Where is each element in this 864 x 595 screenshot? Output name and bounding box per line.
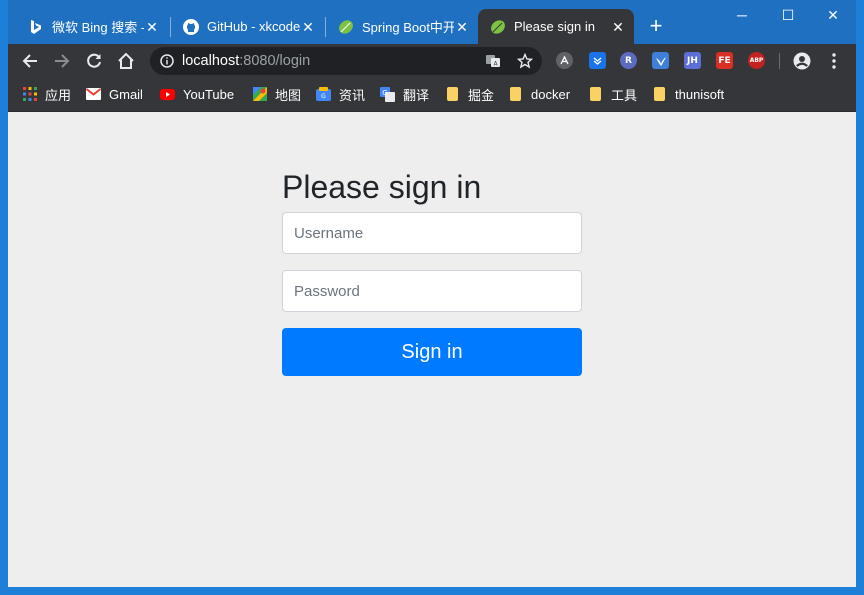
browser-window: 微软 Bing 搜索 - ✕ GitHub - xkcode ✕ Spring …: [8, 0, 856, 587]
bookmark-label: 翻译: [403, 87, 430, 103]
bookmark-label: 工具: [611, 87, 638, 103]
back-button[interactable]: [18, 49, 42, 73]
jh-extension-icon[interactable]: JH: [684, 52, 701, 69]
toolbar: localhost:8080/login A R JH FE ABP: [8, 44, 856, 78]
bing-icon: [28, 19, 44, 35]
translate-page-icon[interactable]: A: [485, 53, 501, 69]
extension-r-icon[interactable]: R: [620, 52, 637, 69]
close-window-button[interactable]: ✕: [810, 0, 856, 30]
tab-title: Spring Boot中开: [362, 20, 454, 35]
bookmark-label: thunisoft: [675, 86, 725, 102]
spring-leaf-icon: [338, 19, 354, 35]
forward-button[interactable]: [50, 49, 74, 73]
svg-text:G: G: [321, 93, 326, 100]
bookmark-apps[interactable]: 应用: [22, 85, 71, 103]
close-icon[interactable]: ✕: [610, 19, 626, 35]
apps-grid-icon: [22, 87, 37, 102]
tab-bing[interactable]: 微软 Bing 搜索 - ✕: [16, 9, 168, 44]
close-icon[interactable]: ✕: [300, 19, 316, 35]
github-icon: [183, 18, 199, 35]
close-icon[interactable]: ✕: [144, 19, 160, 35]
folder-icon: [508, 87, 523, 102]
bookmark-label: 掘金: [468, 87, 495, 103]
title-bar: 微软 Bing 搜索 - ✕ GitHub - xkcode ✕ Spring …: [8, 0, 856, 44]
bookmark-label: docker: [531, 86, 571, 102]
account-icon: [793, 52, 811, 70]
home-button[interactable]: [114, 49, 138, 73]
translate-icon: G: [380, 86, 395, 102]
star-icon[interactable]: [517, 53, 533, 69]
bookmark-folder-tools[interactable]: 工具: [588, 85, 637, 103]
youtube-icon: [160, 87, 175, 102]
url-text: localhost:8080/login: [182, 53, 310, 69]
bookmark-folder-docker[interactable]: docker: [508, 85, 570, 103]
spring-leaf-icon: [490, 19, 506, 35]
bookmark-youtube[interactable]: YouTube: [160, 85, 234, 103]
page-content: Please sign in Sign in: [8, 112, 856, 587]
svg-text:G: G: [382, 89, 387, 97]
reload-button[interactable]: [82, 49, 106, 73]
more-vertical-icon: [832, 53, 836, 69]
bookmark-maps[interactable]: 地图: [252, 85, 301, 103]
minimize-button[interactable]: ─: [719, 0, 765, 30]
tab-github[interactable]: GitHub - xkcode ✕: [171, 9, 324, 44]
bird-extension-icon[interactable]: [652, 52, 669, 69]
folder-icon: [588, 87, 603, 102]
new-tab-button[interactable]: +: [644, 14, 668, 38]
toolbar-divider: [779, 53, 780, 69]
bookmark-news[interactable]: G 资讯: [316, 85, 365, 103]
bookmark-label: Gmail: [109, 86, 143, 102]
home-icon: [118, 52, 134, 69]
folder-icon: [652, 87, 667, 102]
bookmark-gmail[interactable]: Gmail: [86, 85, 143, 103]
tab-title: 微软 Bing 搜索 -: [52, 20, 144, 35]
info-icon[interactable]: [160, 54, 174, 68]
sign-in-form: Please sign in Sign in: [282, 166, 582, 376]
back-arrow-icon: [22, 54, 37, 68]
menu-button[interactable]: [822, 49, 846, 73]
gmail-icon: [86, 87, 101, 102]
tab-spring-boot[interactable]: Spring Boot中开 ✕: [326, 9, 478, 44]
maps-icon: [252, 87, 267, 102]
bookmark-folder-juejin[interactable]: 掘金: [445, 85, 494, 103]
bookmark-folder-thunisoft[interactable]: thunisoft: [652, 85, 724, 103]
forward-arrow-icon: [55, 54, 70, 68]
fe-extension-icon[interactable]: FE: [716, 52, 733, 69]
extension-icon[interactable]: [556, 52, 573, 69]
adblock-plus-icon[interactable]: ABP: [748, 52, 765, 69]
folder-icon: [445, 87, 460, 102]
bookmark-label: YouTube: [183, 86, 235, 102]
bookmark-translate[interactable]: G 翻译: [380, 85, 429, 103]
close-icon[interactable]: ✕: [454, 19, 470, 35]
bookmark-label: 应用: [45, 87, 72, 103]
news-icon: G: [316, 87, 331, 102]
tab-title: Please sign in: [514, 19, 595, 34]
profile-button[interactable]: [790, 49, 814, 73]
url-path: :8080/login: [239, 53, 311, 69]
page-title: Please sign in: [282, 169, 482, 205]
password-input[interactable]: [282, 270, 582, 312]
sign-in-button[interactable]: Sign in: [282, 328, 582, 376]
pocket-extension-icon[interactable]: [589, 52, 606, 69]
address-bar[interactable]: localhost:8080/login A: [150, 47, 542, 75]
bookmarks-bar: 应用 Gmail YouTube 地图 G 资讯 G 翻译 掘金 docker …: [8, 78, 856, 112]
bookmark-label: 资讯: [339, 87, 366, 103]
username-input[interactable]: [282, 212, 582, 254]
url-host: localhost: [182, 53, 240, 69]
tab-sign-in[interactable]: Please sign in ✕: [478, 9, 634, 44]
maximize-button[interactable]: ☐: [765, 0, 811, 30]
bookmark-label: 地图: [275, 87, 302, 103]
tab-title: GitHub - xkcode: [207, 19, 300, 34]
reload-icon: [87, 53, 101, 68]
